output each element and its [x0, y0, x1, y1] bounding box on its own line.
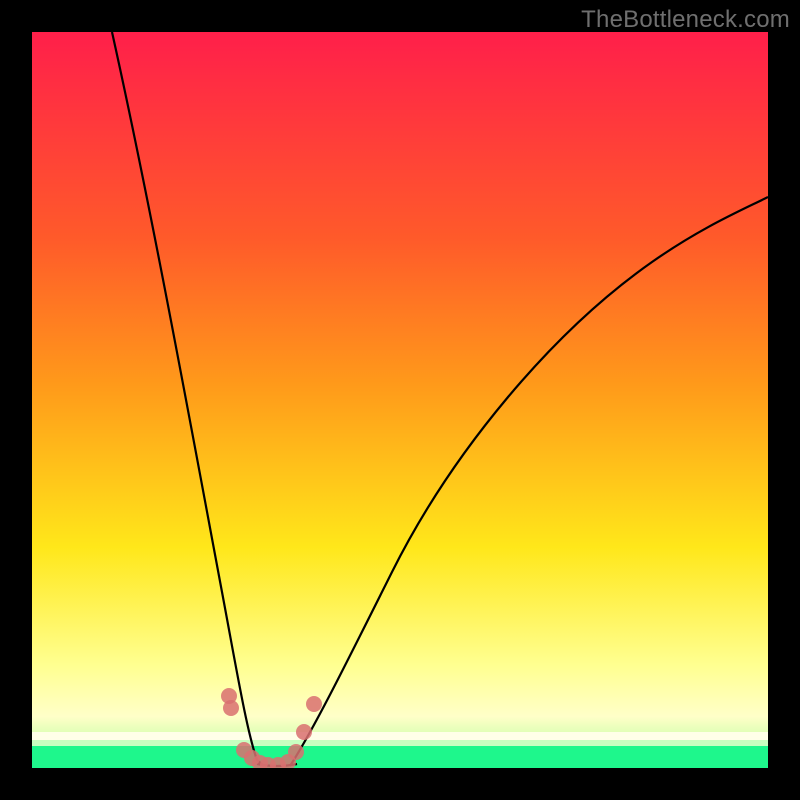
- bottleneck-curve: [32, 32, 768, 768]
- right-curve-branch: [290, 197, 768, 766]
- marker-dot: [296, 724, 312, 740]
- left-curve-branch: [112, 32, 264, 766]
- marker-dot: [306, 696, 322, 712]
- valley-markers: [221, 688, 322, 768]
- watermark-text: TheBottleneck.com: [581, 6, 790, 34]
- marker-dot: [288, 744, 304, 760]
- plot-frame: [32, 32, 768, 768]
- marker-dot: [223, 700, 239, 716]
